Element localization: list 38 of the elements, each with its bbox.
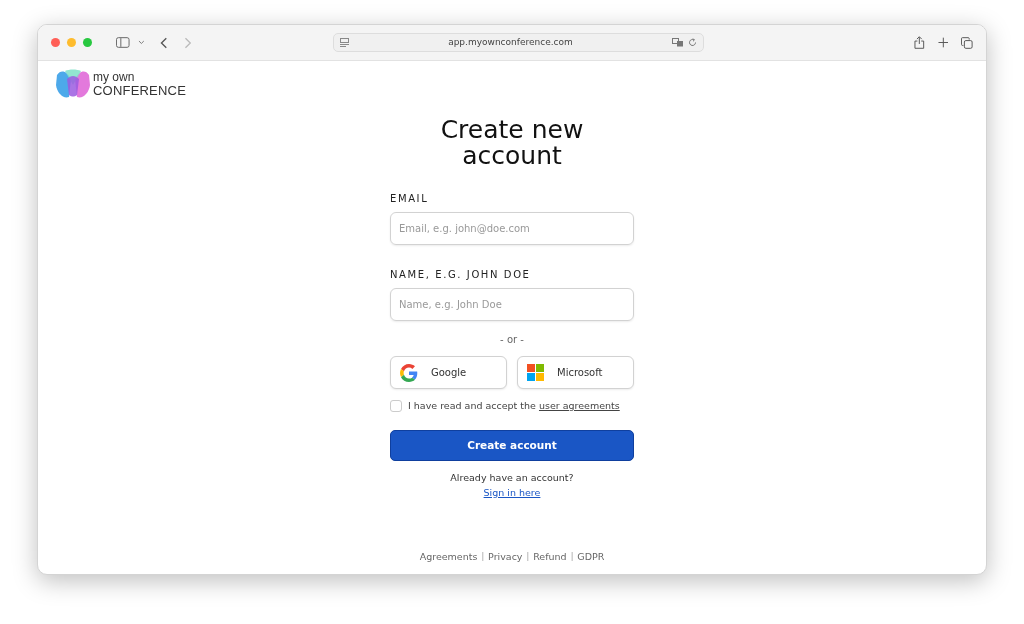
create-account-button[interactable]: Create account (390, 430, 634, 462)
page-title: Create new account (439, 117, 585, 169)
checkbox[interactable] (390, 400, 402, 413)
user-agreements-link[interactable]: user agreements (538, 400, 620, 411)
four-squares-logo-icon (527, 364, 544, 381)
plus-icon[interactable] (937, 37, 949, 48)
social-login-button[interactable]: Microsoft (517, 356, 634, 389)
social-login-button[interactable]: Google (390, 356, 507, 389)
logo-text: my own (93, 71, 136, 84)
divider-text: - or - (499, 333, 525, 347)
signin-prompt: Already have an account? (449, 471, 575, 486)
footer-link[interactable]: GDPR (577, 549, 605, 564)
footer-link[interactable]: Agreements (419, 549, 478, 564)
google-logo-icon (400, 363, 418, 382)
sidebar-icon[interactable] (116, 37, 130, 48)
logo-text: CONFERENCE (93, 84, 186, 97)
reload-icon[interactable] (688, 38, 698, 47)
tabs-overview-icon[interactable] (961, 36, 974, 49)
share-icon[interactable] (914, 36, 925, 49)
field-label: NAME, E.G. JOHN DOE (390, 268, 532, 282)
separator-text: | (481, 550, 485, 563)
sign-in-link[interactable]: Sign in here (483, 485, 541, 500)
input-field[interactable]: Email, e.g. john@doe.com (390, 212, 634, 245)
footer-link[interactable]: Refund (533, 549, 567, 564)
separator-text: | (570, 550, 574, 563)
page-menu-icon[interactable] (339, 38, 349, 47)
forward-icon[interactable] (184, 36, 192, 49)
input-field[interactable]: Name, e.g. John Doe (390, 288, 634, 321)
close-window-icon[interactable] (51, 38, 60, 47)
chevron-down-icon[interactable] (137, 40, 145, 45)
address-bar[interactable]: app.myownconference.com (332, 33, 705, 52)
footer-link[interactable]: Privacy (488, 549, 523, 564)
separator-text: | (526, 550, 530, 563)
back-icon[interactable] (160, 36, 169, 49)
field-label: EMAIL (390, 192, 430, 206)
url-text: app.myownconference.com (447, 35, 574, 49)
agreement-text: I have read and accept the user agreements (408, 399, 620, 413)
zoom-window-icon[interactable] (83, 38, 92, 47)
